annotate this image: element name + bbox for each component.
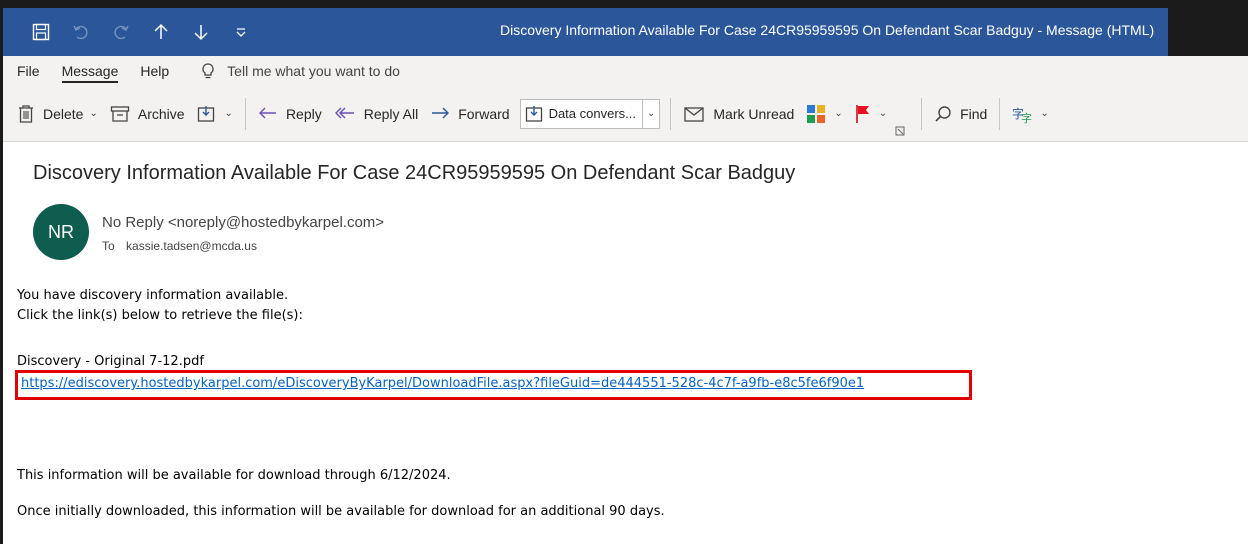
title-bar: Discovery Information Available For Case… bbox=[0, 0, 1248, 56]
tell-me-label: Tell me what you want to do bbox=[227, 63, 400, 79]
forward-button[interactable]: Forward bbox=[424, 99, 515, 129]
quick-step-label: Data convers... bbox=[548, 106, 636, 121]
dialog-launcher[interactable] bbox=[893, 121, 915, 141]
search-icon bbox=[935, 105, 951, 122]
chevron-down-icon[interactable]: ⌄ bbox=[225, 108, 233, 119]
reply-label: Reply bbox=[285, 105, 322, 122]
down-arrow-icon[interactable] bbox=[190, 21, 212, 43]
availability-text: This information will be available for d… bbox=[17, 468, 451, 483]
sender[interactable]: No Reply <noreply@hostedbykarpel.com> bbox=[102, 214, 384, 231]
ribbon-commands: Delete ⌄ Archive ⌄ Reply Reply All Forwa… bbox=[3, 86, 1248, 142]
find-label: Find bbox=[960, 105, 988, 122]
undo-icon[interactable] bbox=[70, 21, 92, 43]
chevron-down-icon[interactable]: ⌄ bbox=[1040, 108, 1048, 119]
body-line-2: Click the link(s) below to retrieve the … bbox=[17, 308, 303, 323]
message-subject: Discovery Information Available For Case… bbox=[33, 162, 796, 184]
mark-unread-label: Mark Unread bbox=[713, 105, 795, 122]
delete-label: Delete bbox=[43, 105, 84, 122]
forward-label: Forward bbox=[458, 105, 510, 122]
quick-steps-dropdown[interactable]: Data convers... ⌄ bbox=[519, 98, 661, 129]
recipient[interactable]: kassie.tadsen@mcda.us bbox=[126, 239, 257, 253]
reply-all-icon bbox=[334, 107, 354, 118]
archive-button[interactable]: Archive bbox=[104, 99, 191, 129]
up-arrow-icon[interactable] bbox=[150, 21, 172, 43]
envelope-icon bbox=[684, 106, 705, 122]
avatar[interactable]: NR bbox=[33, 204, 89, 260]
separator bbox=[921, 97, 923, 130]
reply-icon bbox=[258, 107, 276, 118]
reading-pane: Discovery Information Available For Case… bbox=[3, 142, 1248, 544]
window-title: Discovery Information Available For Case… bbox=[500, 22, 1155, 38]
mark-unread-button[interactable]: Mark Unread bbox=[677, 99, 800, 129]
customize-icon[interactable] bbox=[230, 21, 252, 43]
categorize-icon bbox=[807, 104, 826, 123]
categorize-button[interactable]: ⌄ bbox=[800, 99, 848, 129]
separator bbox=[670, 97, 672, 130]
reply-all-button[interactable]: Reply All bbox=[328, 99, 424, 129]
quick-access-toolbar bbox=[30, 18, 270, 46]
body-line-1: You have discovery information available… bbox=[17, 288, 289, 303]
reply-button[interactable]: Reply bbox=[252, 99, 328, 129]
separator bbox=[244, 97, 246, 130]
ribbon-tabs: File Message Help Tell me what you want … bbox=[3, 56, 1248, 86]
chevron-down-icon[interactable]: ⌄ bbox=[879, 108, 887, 119]
flag-icon bbox=[855, 104, 869, 123]
follow-up-button[interactable]: ⌄ bbox=[849, 99, 893, 129]
reply-all-label: Reply All bbox=[363, 105, 419, 122]
title-bar-corner bbox=[1168, 0, 1248, 56]
tab-message[interactable]: Message bbox=[61, 56, 118, 86]
chevron-down-icon[interactable]: ⌄ bbox=[834, 108, 842, 119]
separator bbox=[999, 97, 1001, 130]
archive-icon bbox=[110, 105, 130, 122]
trash-icon bbox=[19, 104, 33, 123]
tab-help[interactable]: Help bbox=[140, 56, 169, 86]
recipient-line: To kassie.tadsen@mcda.us bbox=[102, 239, 257, 253]
to-label: To bbox=[102, 239, 115, 253]
find-button[interactable]: Find bbox=[928, 99, 993, 129]
download-link[interactable]: https://ediscovery.hostedbykarpel.com/eD… bbox=[21, 376, 864, 391]
chevron-down-icon[interactable]: ⌄ bbox=[642, 99, 655, 128]
top-strip bbox=[0, 0, 1248, 8]
lightbulb-icon bbox=[202, 63, 214, 79]
delete-button[interactable]: Delete ⌄ bbox=[11, 99, 104, 129]
move-button[interactable]: ⌄ bbox=[191, 99, 239, 129]
tab-file[interactable]: File bbox=[17, 56, 40, 86]
after-download-text: Once initially downloaded, this informat… bbox=[17, 504, 665, 519]
svg-text:字: 字 bbox=[1021, 111, 1032, 124]
translate-icon: 字字 bbox=[1012, 106, 1032, 124]
forward-icon bbox=[432, 107, 450, 118]
expand-corner-icon bbox=[895, 126, 905, 136]
tell-me-search[interactable]: Tell me what you want to do bbox=[199, 62, 400, 80]
quick-step-icon bbox=[525, 105, 542, 122]
file-name: Discovery - Original 7-12.pdf bbox=[17, 354, 204, 369]
chevron-down-icon[interactable]: ⌄ bbox=[89, 108, 97, 119]
translate-button[interactable]: 字字 ⌄ bbox=[1006, 99, 1054, 129]
move-to-folder-icon bbox=[197, 105, 214, 122]
archive-label: Archive bbox=[137, 105, 185, 122]
redo-icon[interactable] bbox=[110, 21, 132, 43]
save-icon[interactable] bbox=[30, 21, 52, 43]
